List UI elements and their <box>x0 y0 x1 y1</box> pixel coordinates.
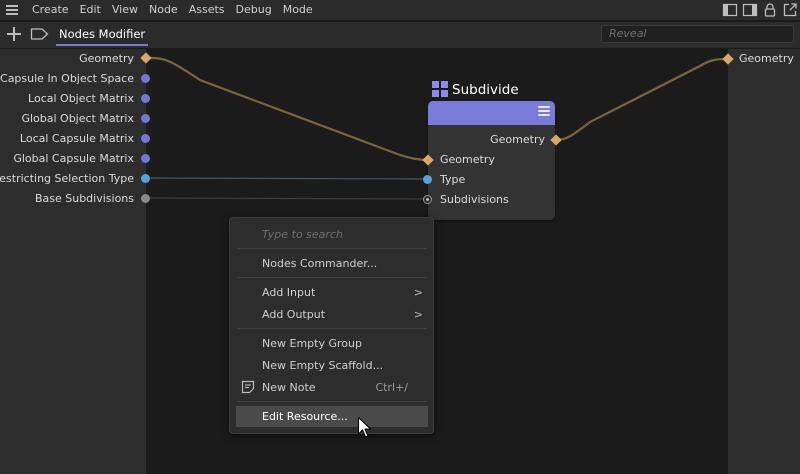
menu-divider <box>237 248 427 249</box>
menu-edit[interactable]: Edit <box>80 0 101 20</box>
lock-icon[interactable] <box>762 2 778 18</box>
port-global-capsule-matrix[interactable] <box>141 154 150 163</box>
submenu-arrow-icon: > <box>413 286 423 299</box>
port-base-subdivisions[interactable] <box>141 194 150 203</box>
menu-item-shortcut: Ctrl+/ <box>375 381 409 394</box>
node-input-geometry-label: Geometry <box>440 153 495 166</box>
port-label-global-object-matrix: Global Object Matrix <box>21 112 134 125</box>
output-ports-panel <box>728 49 800 474</box>
node-grid-icon <box>432 81 448 97</box>
menu-item-new-empty-scaffold[interactable]: New Empty Scaffold... <box>236 355 428 376</box>
menu-bar: Create Edit View Node Assets Debug Mode <box>0 0 800 20</box>
menu-node[interactable]: Node <box>149 0 178 20</box>
submenu-arrow-icon: > <box>413 308 423 321</box>
port-restricting-selection-type[interactable] <box>141 174 150 183</box>
node-title: Subdivide <box>452 82 519 98</box>
menu-item-label: New Empty Group <box>262 337 362 350</box>
port-label-base-subdivisions: Base Subdivisions <box>34 192 134 205</box>
menu-item-label: Nodes Commander... <box>262 257 378 270</box>
hamburger-menu-icon[interactable] <box>0 0 24 20</box>
menu-item-add-output[interactable]: Add Output > <box>236 304 428 325</box>
menu-item-nodes-commander[interactable]: Nodes Commander... <box>236 253 428 274</box>
tab-bar: Nodes Modifier Reveal <box>0 22 800 48</box>
menu-item-new-empty-group[interactable]: New Empty Group <box>236 333 428 354</box>
context-menu-search[interactable]: Type to search <box>262 226 343 244</box>
node-header[interactable] <box>428 101 555 125</box>
menu-create[interactable]: Create <box>32 0 69 20</box>
node-input-type-label: Type <box>440 173 466 186</box>
menu-item-label: Add Input <box>262 286 316 299</box>
port-label-geometry: Geometry <box>79 52 134 65</box>
menu-item-label: Add Output <box>262 308 326 321</box>
mouse-cursor-icon <box>357 416 372 438</box>
add-tab-icon[interactable] <box>6 26 22 42</box>
port-global-object-matrix[interactable] <box>141 114 150 123</box>
menu-item-add-input[interactable]: Add Input > <box>236 282 428 303</box>
menu-assets[interactable]: Assets <box>189 0 225 20</box>
node-output-geometry-label: Geometry <box>490 133 545 146</box>
menu-divider <box>237 328 427 329</box>
tag-icon[interactable] <box>30 27 50 41</box>
menu-item-label: Edit Resource... <box>262 410 348 423</box>
port-capsule-in-object-space[interactable] <box>141 74 150 83</box>
port-local-capsule-matrix[interactable] <box>141 134 150 143</box>
menu-item-new-note[interactable]: New Note Ctrl+/ <box>236 377 428 398</box>
menu-item-label: New Empty Scaffold... <box>262 359 384 372</box>
node-input-subdivisions-label: Subdivisions <box>440 193 509 206</box>
node-port-subdivisions-in[interactable] <box>423 195 432 204</box>
port-label-global-capsule-matrix: Global Capsule Matrix <box>13 152 134 165</box>
layout-panel-right-icon[interactable] <box>742 2 758 18</box>
menu-item-edit-resource[interactable]: Edit Resource... <box>236 406 428 427</box>
port-label-capsule-in-object-space: Capsule In Object Space <box>0 72 134 85</box>
menu-divider <box>237 277 427 278</box>
context-menu: Type to search Nodes Commander... Add In… <box>229 217 434 434</box>
node-port-type-in[interactable] <box>423 175 432 184</box>
layout-panel-left-icon[interactable] <box>722 2 738 18</box>
port-label-local-capsule-matrix: Local Capsule Matrix <box>19 132 134 145</box>
note-icon <box>241 380 255 394</box>
port-local-object-matrix[interactable] <box>141 94 150 103</box>
port-label-local-object-matrix: Local Object Matrix <box>28 92 134 105</box>
node-menu-icon[interactable] <box>538 106 550 118</box>
external-window-icon[interactable] <box>782 2 798 18</box>
menu-debug[interactable]: Debug <box>236 0 272 20</box>
reveal-search-input[interactable]: Reveal <box>601 25 794 43</box>
menu-mode[interactable]: Mode <box>283 0 313 20</box>
port-label-output-geometry: Geometry <box>739 52 794 65</box>
subdivide-node[interactable]: Geometry Geometry Type Subdivisions <box>428 101 555 220</box>
menu-divider <box>237 401 427 402</box>
tab-nodes-modifier[interactable]: Nodes Modifier <box>56 26 149 46</box>
menu-item-label: New Note <box>262 381 316 394</box>
port-label-restricting-selection-type: Restricting Selection Type <box>0 172 134 185</box>
menu-view[interactable]: View <box>112 0 138 20</box>
